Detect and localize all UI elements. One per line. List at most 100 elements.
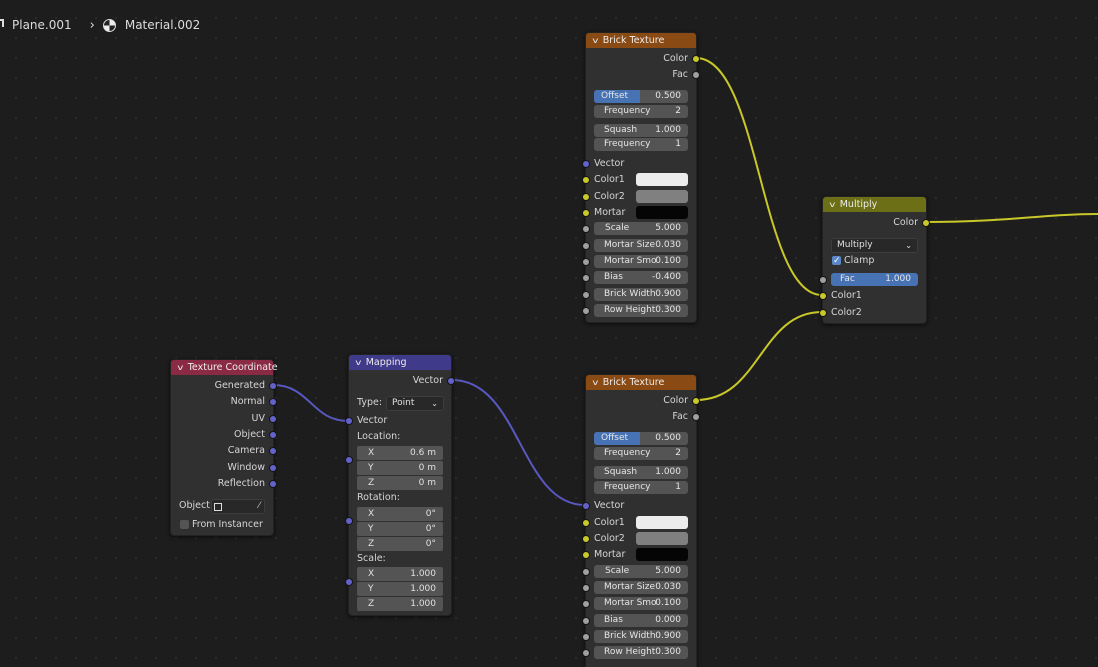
brick-width-socket[interactable] bbox=[583, 292, 589, 298]
rotation-z-field[interactable]: Z 0° bbox=[357, 537, 443, 551]
location-y-field[interactable]: Y 0 m bbox=[357, 461, 443, 475]
texture-coordinate-node[interactable]: v Texture Coordinate Generated Normal UV … bbox=[170, 359, 278, 536]
breadcrumb-material[interactable]: Material.002 bbox=[125, 18, 200, 32]
bias-socket[interactable] bbox=[583, 618, 589, 624]
output-camera-socket[interactable] bbox=[270, 448, 276, 454]
color2-socket[interactable] bbox=[583, 194, 589, 200]
mortar-socket[interactable] bbox=[583, 210, 589, 216]
brick-width-socket[interactable] bbox=[583, 634, 589, 640]
link-texcoord-generated-to-mapping-vector[interactable] bbox=[272, 384, 349, 422]
mortar-swatch[interactable] bbox=[636, 206, 688, 219]
collapse-chevron-icon[interactable]: v bbox=[177, 360, 183, 375]
collapse-chevron-icon[interactable]: v bbox=[355, 355, 361, 370]
mortar-size-socket[interactable] bbox=[583, 585, 589, 591]
collapse-chevron-icon[interactable]: v bbox=[592, 33, 598, 48]
color1-swatch[interactable] bbox=[636, 516, 688, 529]
eyedropper-icon[interactable]: ⁄ bbox=[258, 500, 260, 513]
brick-texture-node-top[interactable]: v Brick Texture Color Fac Offset 0.500 Fre… bbox=[583, 32, 699, 323]
bias-field[interactable]: Bias 0.000 bbox=[594, 614, 688, 627]
output-object-socket[interactable] bbox=[270, 432, 276, 438]
scale-field[interactable]: Scale 5.000 bbox=[594, 565, 688, 578]
rotation-vector[interactable]: X 0° Y 0° Z 0° bbox=[357, 507, 443, 552]
node-header[interactable]: v Brick Texture bbox=[586, 33, 696, 48]
color1-socket[interactable] bbox=[820, 293, 826, 299]
color2-socket[interactable] bbox=[820, 310, 826, 316]
collapse-chevron-icon[interactable]: v bbox=[592, 375, 598, 390]
link-multiply-out[interactable] bbox=[925, 213, 1098, 223]
location-x-field[interactable]: X 0.6 m bbox=[357, 446, 443, 460]
squash-frequency-field[interactable]: Frequency 1 bbox=[594, 138, 688, 151]
offset-frequency-field[interactable]: Frequency 2 bbox=[594, 447, 688, 460]
location-z-field[interactable]: Z 0 m bbox=[357, 476, 443, 490]
node-header[interactable]: v Multiply bbox=[823, 197, 926, 212]
mortar-smooth-field[interactable]: Mortar Smo 0.100 bbox=[594, 255, 688, 268]
from-instancer-checkbox[interactable] bbox=[180, 520, 189, 529]
link-mapping-to-brick-bottom-vector[interactable] bbox=[451, 379, 586, 506]
scale-z-field[interactable]: Z 1.000 bbox=[357, 597, 443, 611]
squash-field[interactable]: Squash 1.000 bbox=[594, 466, 688, 479]
output-fac-socket[interactable] bbox=[693, 414, 699, 420]
scale-socket[interactable] bbox=[346, 579, 352, 585]
fac-socket[interactable] bbox=[820, 277, 826, 283]
output-color-socket[interactable] bbox=[693, 398, 699, 404]
row-height-socket[interactable] bbox=[583, 308, 589, 314]
row-height-field[interactable]: Row Height 0.300 bbox=[594, 304, 688, 317]
mortar-socket[interactable] bbox=[583, 552, 589, 558]
output-uv-socket[interactable] bbox=[270, 416, 276, 422]
fac-field[interactable]: Fac 1.000 bbox=[831, 273, 918, 286]
bias-field[interactable]: Bias -0.400 bbox=[594, 271, 688, 284]
brick-width-field[interactable]: Brick Width 0.900 bbox=[594, 630, 688, 643]
output-generated-socket[interactable] bbox=[270, 383, 276, 389]
node-header[interactable]: v Texture Coordinate bbox=[171, 360, 278, 375]
vector-input-socket[interactable] bbox=[346, 418, 352, 424]
output-window-socket[interactable] bbox=[270, 465, 276, 471]
location-vector[interactable]: X 0.6 m Y 0 m Z 0 m bbox=[357, 446, 443, 491]
color1-swatch[interactable] bbox=[636, 173, 688, 186]
output-normal-socket[interactable] bbox=[270, 399, 276, 405]
mortar-size-field[interactable]: Mortar Size 0.030 bbox=[594, 581, 688, 594]
clamp-checkbox[interactable] bbox=[832, 254, 841, 268]
color1-socket[interactable] bbox=[583, 177, 589, 183]
mortar-swatch[interactable] bbox=[636, 548, 688, 561]
color2-swatch[interactable] bbox=[636, 190, 688, 203]
link-brick-top-to-multiply-color1[interactable] bbox=[695, 57, 823, 296]
mortar-size-socket[interactable] bbox=[583, 243, 589, 249]
rotation-x-field[interactable]: X 0° bbox=[357, 507, 443, 521]
squash-field[interactable]: Squash 1.000 bbox=[594, 124, 688, 137]
color2-socket[interactable] bbox=[583, 536, 589, 542]
scale-socket[interactable] bbox=[583, 569, 589, 575]
multiply-node[interactable]: v Multiply Color Multiply ⌄ Clamp Fac 1.000… bbox=[820, 196, 929, 324]
scale-socket[interactable] bbox=[583, 226, 589, 232]
rotation-socket[interactable] bbox=[346, 518, 352, 524]
offset-field[interactable]: Offset 0.500 bbox=[594, 90, 688, 103]
offset-field[interactable]: Offset 0.500 bbox=[594, 432, 688, 445]
mapping-node[interactable]: v Mapping Vector Type: Point ⌄ Vector Loca… bbox=[346, 354, 454, 616]
output-vector-socket[interactable] bbox=[448, 378, 454, 384]
mortar-smooth-socket[interactable] bbox=[583, 259, 589, 265]
output-color-socket[interactable] bbox=[923, 220, 929, 226]
color2-swatch[interactable] bbox=[636, 532, 688, 545]
node-header[interactable]: v Mapping bbox=[349, 355, 451, 370]
vector-socket[interactable] bbox=[583, 503, 589, 509]
object-picker-field[interactable]: ⁄ bbox=[211, 499, 265, 514]
node-header[interactable]: v Brick Texture bbox=[586, 375, 696, 390]
output-reflection-socket[interactable] bbox=[270, 481, 276, 487]
rotation-y-field[interactable]: Y 0° bbox=[357, 522, 443, 536]
brick-texture-node-bottom[interactable]: v Brick Texture Color Fac Offset 0.500 Fre… bbox=[583, 374, 699, 667]
offset-frequency-field[interactable]: Frequency 2 bbox=[594, 105, 688, 118]
output-fac-socket[interactable] bbox=[693, 72, 699, 78]
blend-type-dropdown[interactable]: Multiply ⌄ bbox=[831, 238, 918, 253]
mortar-smooth-field[interactable]: Mortar Smo 0.100 bbox=[594, 597, 688, 610]
output-color-socket[interactable] bbox=[693, 56, 699, 62]
row-height-field[interactable]: Row Height 0.300 bbox=[594, 646, 688, 659]
scale-vector[interactable]: X 1.000 Y 1.000 Z 1.000 bbox=[357, 567, 443, 612]
collapse-chevron-icon[interactable]: v bbox=[829, 197, 835, 212]
brick-width-field[interactable]: Brick Width 0.900 bbox=[594, 288, 688, 301]
bias-socket[interactable] bbox=[583, 275, 589, 281]
mapping-type-dropdown[interactable]: Point ⌄ bbox=[386, 396, 444, 411]
mortar-size-field[interactable]: Mortar Size 0.030 bbox=[594, 239, 688, 252]
mortar-smooth-socket[interactable] bbox=[583, 601, 589, 607]
scale-y-field[interactable]: Y 1.000 bbox=[357, 582, 443, 596]
scale-x-field[interactable]: X 1.000 bbox=[357, 567, 443, 581]
link-brick-bottom-to-multiply-color2[interactable] bbox=[695, 311, 823, 401]
